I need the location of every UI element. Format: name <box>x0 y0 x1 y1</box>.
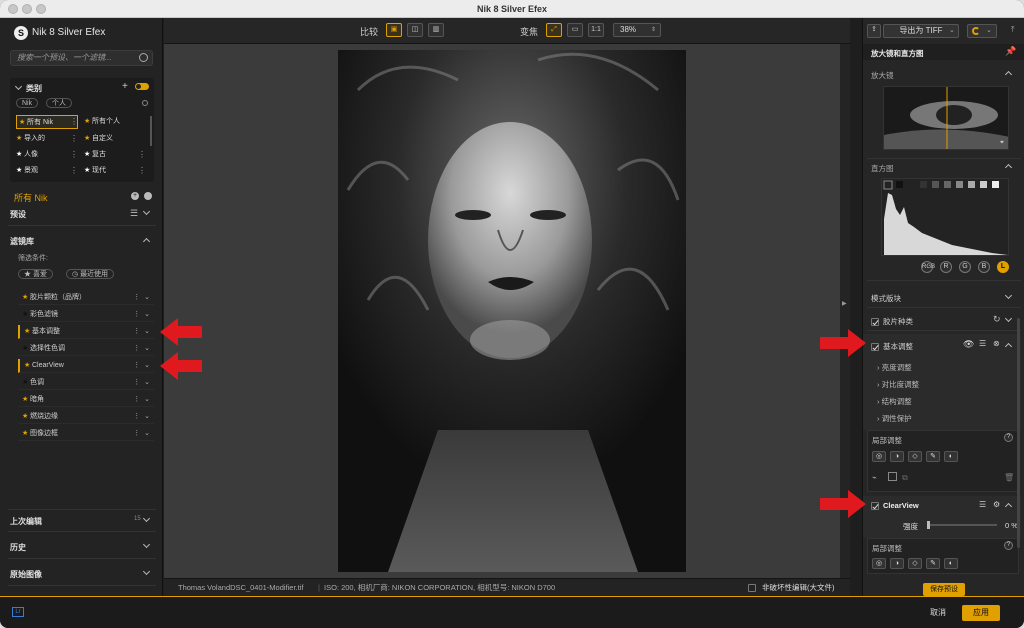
annotation-arrow-right-1 <box>820 329 866 357</box>
annotation-layer <box>160 318 866 518</box>
app-window: Nik 8 Silver Efex S Nik 8 Silver Efex 搜索… <box>0 0 1024 628</box>
annotation-arrow-left-2 <box>160 352 202 380</box>
annotation-arrow-right-2 <box>820 490 866 518</box>
annotation-arrow-left-1 <box>160 318 202 346</box>
